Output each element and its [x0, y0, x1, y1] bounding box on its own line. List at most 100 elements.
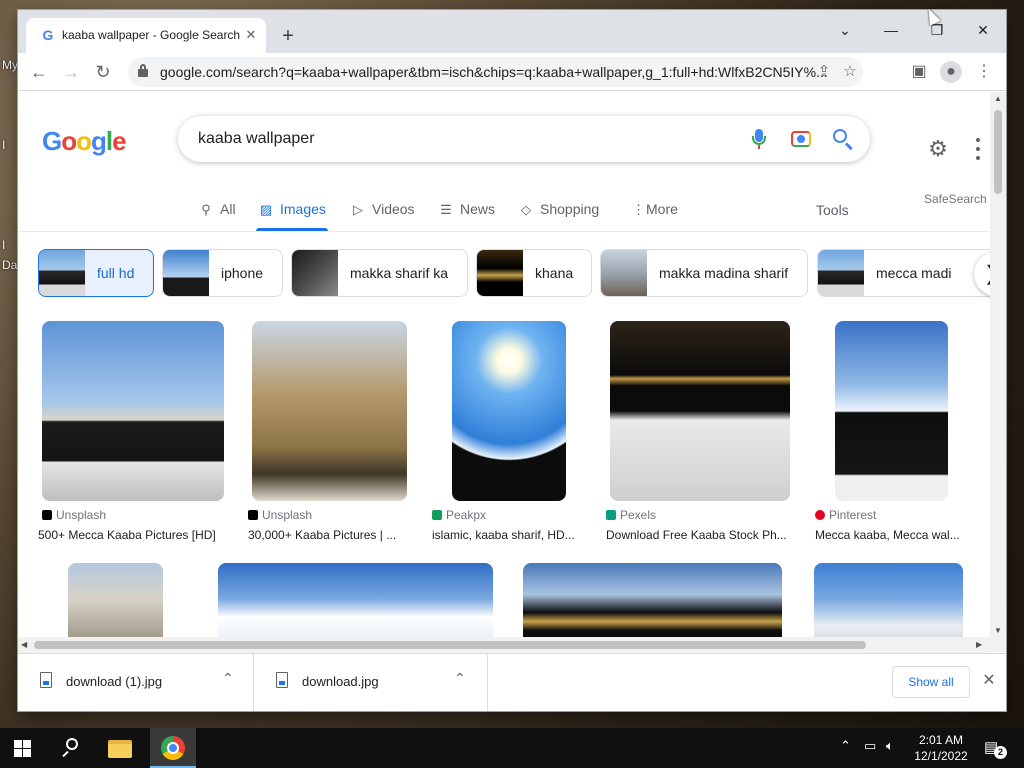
chip-thumbnail — [477, 250, 523, 296]
windows-start-icon[interactable] — [14, 740, 31, 757]
result-caption[interactable]: Download Free Kaaba Stock Ph... — [606, 528, 790, 542]
search-icon[interactable] — [830, 126, 856, 152]
pinterest-icon — [815, 510, 825, 520]
chevron-up-icon[interactable]: ⌃ — [222, 670, 234, 687]
tab-all[interactable]: ⚲ All — [198, 201, 235, 218]
result-source[interactable]: Unsplash — [248, 508, 312, 522]
result-image[interactable] — [610, 321, 790, 501]
close-window-button[interactable]: ✕ — [960, 16, 1006, 44]
scroll-down-icon[interactable]: ▼ — [994, 626, 1002, 635]
result-caption[interactable]: 500+ Mecca Kaaba Pictures [HD] — [38, 528, 222, 542]
tab-videos-label: Videos — [372, 201, 415, 217]
menu-icon[interactable]: ⋮ — [973, 61, 995, 83]
result-source[interactable]: Peakpx — [432, 508, 486, 522]
chrome-icon — [161, 736, 185, 760]
chevron-up-icon[interactable]: ⌃ — [454, 670, 466, 687]
browser-tab[interactable]: G kaaba wallpaper - Google Search ✕ — [26, 18, 266, 53]
show-all-button[interactable]: Show all — [892, 666, 970, 698]
chip-khana[interactable]: khana — [476, 249, 592, 297]
tab-news[interactable]: ☰ News — [438, 201, 495, 218]
profile-icon[interactable]: ● — [940, 61, 962, 83]
tab-title: kaaba wallpaper - Google Search — [62, 28, 241, 42]
search-input[interactable] — [198, 128, 738, 150]
safesearch-link[interactable]: SafeSearch — [924, 192, 987, 206]
result-source-label: Peakpx — [446, 508, 487, 522]
reload-icon[interactable]: ↻ — [88, 57, 118, 87]
unsplash-icon — [248, 510, 258, 520]
share-icon[interactable]: ⇪ — [814, 62, 834, 82]
new-tab-button[interactable]: + — [276, 25, 300, 49]
vertical-scrollbar[interactable]: ▲ ▼ — [990, 92, 1006, 652]
result-image[interactable] — [252, 321, 407, 501]
image-file-icon — [276, 672, 288, 688]
apps-grid-icon[interactable] — [976, 138, 990, 160]
result-caption[interactable]: 30,000+ Kaaba Pictures | ... — [248, 528, 408, 542]
tab-close-icon[interactable]: ✕ — [242, 26, 260, 44]
vertical-scroll-thumb[interactable] — [994, 110, 1002, 194]
search-icon[interactable] — [60, 737, 84, 759]
network-icon[interactable]: ▭ — [864, 738, 876, 754]
volume-icon[interactable]: 🔈︎ — [886, 738, 894, 754]
system-clock[interactable]: 2:01 AM 12/1/2022 — [908, 732, 974, 764]
download-item[interactable]: download.jpg ⌃ — [254, 654, 488, 711]
forward-icon[interactable]: → — [56, 57, 86, 87]
browser-toolbar: ← → ↻ google.com/search?q=kaaba+wallpape… — [18, 53, 1006, 91]
chip-full-hd[interactable]: full hd — [38, 249, 154, 297]
google-logo[interactable]: Google — [42, 126, 138, 156]
sidepanel-icon[interactable]: ▣ — [908, 61, 930, 83]
microphone-icon[interactable] — [748, 128, 770, 150]
tab-shopping[interactable]: ◇ Shopping — [518, 201, 599, 218]
result-image[interactable] — [835, 321, 948, 501]
chip-label: iphone — [221, 265, 264, 281]
tab-more[interactable]: ⋮More — [632, 201, 678, 218]
chip-mecca-madina[interactable]: mecca madi — [817, 249, 990, 297]
horizontal-scroll-thumb[interactable] — [34, 641, 866, 649]
url-text[interactable]: google.com/search?q=kaaba+wallpaper&tbm=… — [160, 64, 828, 80]
active-tab-indicator — [256, 228, 328, 231]
result-image[interactable] — [452, 321, 566, 501]
tab-search-icon[interactable]: ⌄ — [822, 16, 868, 44]
notification-badge: 2 — [994, 746, 1007, 759]
gear-icon[interactable]: ⚙ — [926, 137, 950, 161]
notification-icon[interactable]: ▤ 2 — [984, 738, 1007, 759]
tools-button[interactable]: Tools — [816, 202, 849, 218]
chip-iphone[interactable]: iphone — [162, 249, 283, 297]
file-explorer-icon[interactable] — [108, 738, 134, 758]
minimize-button[interactable]: — — [868, 16, 914, 44]
logo-letter: g — [91, 126, 107, 156]
desktop-icon-label: I — [2, 138, 6, 152]
tab-images-label: Images — [280, 201, 326, 217]
camera-lens-icon[interactable] — [790, 128, 812, 150]
chip-thumbnail — [292, 250, 338, 296]
result-caption[interactable]: Mecca kaaba, Mecca wal... — [815, 528, 965, 542]
result-source[interactable]: Unsplash — [42, 508, 106, 522]
result-source[interactable]: Pinterest — [815, 508, 876, 522]
close-icon[interactable]: ✕ — [978, 670, 1000, 692]
star-icon[interactable]: ☆ — [840, 62, 860, 82]
horizontal-scrollbar[interactable]: ◀ ▶ — [18, 637, 990, 653]
image-file-icon — [40, 672, 52, 688]
download-bar: download (1).jpg ⌃ download.jpg ⌃ Show a… — [18, 653, 1006, 711]
chip-makka-sharif-ka[interactable]: makka sharif ka — [291, 249, 468, 297]
scroll-right-icon[interactable]: ▶ — [976, 640, 982, 649]
result-source-label: Pexels — [620, 508, 657, 522]
result-image[interactable] — [42, 321, 224, 501]
scroll-up-icon[interactable]: ▲ — [994, 94, 1002, 103]
address-bar[interactable]: google.com/search?q=kaaba+wallpaper&tbm=… — [128, 57, 863, 87]
download-item[interactable]: download (1).jpg ⌃ — [18, 654, 254, 711]
result-source[interactable]: Pexels — [606, 508, 656, 522]
back-icon[interactable]: ← — [24, 57, 54, 87]
tab-images[interactable]: ▨ Images — [258, 201, 326, 218]
chevron-up-icon[interactable]: ⌃ — [840, 738, 851, 754]
windows-taskbar: ⌃ ▭ 🔈︎ 2:01 AM 12/1/2022 ▤ 2 — [0, 728, 1024, 768]
result-caption[interactable]: islamic, kaaba sharif, HD... — [432, 528, 582, 542]
chip-thumbnail — [163, 250, 209, 296]
chrome-taskbar-button[interactable] — [150, 728, 196, 768]
chip-makka-madina-sharif[interactable]: makka madina sharif — [600, 249, 808, 297]
desktop-icon-label: I — [2, 238, 6, 252]
peakpx-icon — [432, 510, 442, 520]
scroll-left-icon[interactable]: ◀ — [21, 640, 27, 649]
logo-letter: e — [112, 126, 127, 156]
lock-icon[interactable] — [138, 64, 148, 77]
tab-videos[interactable]: ▷ Videos — [350, 201, 415, 218]
